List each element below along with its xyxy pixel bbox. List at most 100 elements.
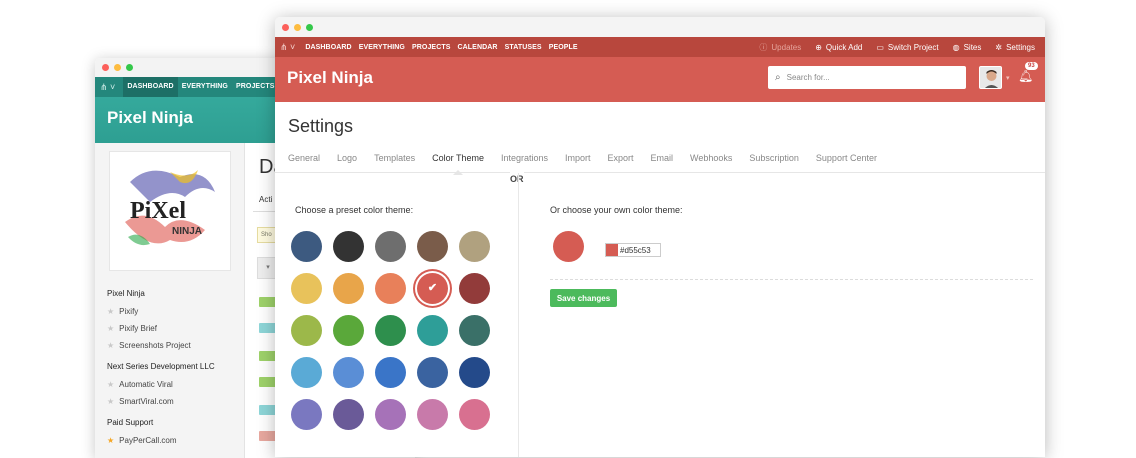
updates-label: Updates: [771, 42, 802, 52]
settings-app-window: ⋔ ˅ DASHBOARD EVERYTHING PROJECTS CALEND…: [275, 17, 1045, 457]
tab-subscription[interactable]: Subscription: [749, 153, 799, 174]
user-avatar-image: [980, 67, 1001, 88]
color-swatch[interactable]: [333, 399, 364, 430]
color-swatch[interactable]: [291, 357, 322, 388]
color-swatch[interactable]: [459, 231, 490, 262]
color-swatch[interactable]: [333, 315, 364, 346]
custom-color-preview[interactable]: [553, 231, 584, 262]
settings-tabs: General Logo Templates Color Theme Integrati…: [288, 153, 894, 175]
color-swatch[interactable]: [333, 357, 364, 388]
avatar[interactable]: [979, 66, 1002, 89]
star-icon[interactable]: ★: [107, 380, 114, 389]
color-swatch[interactable]: [333, 231, 364, 262]
back-nav-dashboard[interactable]: DASHBOARD: [123, 77, 178, 97]
chevron-down-icon[interactable]: ▾: [1006, 74, 1010, 82]
project-item[interactable]: ★ Pixify: [107, 307, 215, 316]
maximize-window-button[interactable]: [126, 64, 133, 71]
page-title: Settings: [288, 116, 354, 136]
app-menu-icon[interactable]: ⋔ ˅: [100, 82, 115, 93]
project-item[interactable]: ★ PayPerCall.com: [107, 436, 215, 445]
color-swatch[interactable]: [459, 399, 490, 430]
color-swatch[interactable]: [459, 315, 490, 346]
search-input[interactable]: [786, 73, 947, 82]
tab-templates[interactable]: Templates: [374, 153, 415, 174]
back-tab-activity[interactable]: Acti: [259, 195, 272, 204]
minimize-window-button[interactable]: [294, 23, 301, 31]
project-item[interactable]: ★ SmartViral.com: [107, 397, 215, 406]
tab-webhooks[interactable]: Webhooks: [690, 153, 732, 174]
search-icon: ⌕: [775, 72, 781, 83]
tab-export[interactable]: Export: [608, 153, 634, 174]
brand-title[interactable]: Pixel Ninja: [287, 68, 373, 88]
sites-label: Sites: [963, 42, 982, 52]
checkmark-icon: ✔: [427, 282, 438, 294]
color-swatch[interactable]: [459, 273, 490, 304]
logo-subtext: NINJA: [172, 226, 202, 237]
divider: [550, 279, 1033, 280]
project-group-title[interactable]: Next Series Development LLC: [107, 362, 215, 371]
star-icon[interactable]: ★: [107, 324, 114, 333]
close-window-button[interactable]: [282, 23, 289, 31]
nav-statuses[interactable]: STATUSES: [505, 44, 542, 51]
switch-project-link[interactable]: ▭ Switch Project: [876, 43, 938, 52]
color-swatch[interactable]: [291, 315, 322, 346]
color-swatch[interactable]: [291, 273, 322, 304]
color-swatch[interactable]: [375, 315, 406, 346]
updates-link[interactable]: ⓘ Updates: [759, 42, 801, 53]
color-swatch[interactable]: [375, 399, 406, 430]
brand-header: Pixel Ninja ⌕ ▾ 🔔︎ 93: [275, 57, 1045, 102]
color-swatch[interactable]: [459, 357, 490, 388]
color-swatch[interactable]: [417, 315, 448, 346]
sites-link[interactable]: ◍ Sites: [953, 43, 982, 52]
bell-icon[interactable]: 🔔︎: [1018, 69, 1033, 83]
tab-email[interactable]: Email: [651, 153, 674, 174]
project-group-title[interactable]: Pixel Ninja: [107, 289, 215, 298]
project-group-title[interactable]: Paid Support: [107, 418, 215, 427]
color-swatch[interactable]: [417, 231, 448, 262]
project-item-label: SmartViral.com: [119, 397, 174, 406]
color-swatch[interactable]: [375, 357, 406, 388]
app-menu-icon[interactable]: ⋔ ˅: [280, 42, 295, 53]
color-swatch[interactable]: [333, 273, 364, 304]
close-window-button[interactable]: [102, 64, 109, 71]
minimize-window-button[interactable]: [114, 64, 121, 71]
project-item[interactable]: ★ Screenshots Project: [107, 341, 215, 350]
nav-calendar[interactable]: CALENDAR: [458, 44, 498, 51]
nav-everything[interactable]: EVERYTHING: [359, 44, 405, 51]
maximize-window-button[interactable]: [306, 23, 313, 31]
star-icon[interactable]: ★: [107, 341, 114, 350]
tab-import[interactable]: Import: [565, 153, 591, 174]
nav-people[interactable]: PEOPLE: [549, 44, 578, 51]
save-changes-button[interactable]: Save changes: [550, 289, 617, 307]
quick-add-link[interactable]: ⊕ Quick Add: [815, 43, 862, 52]
star-icon[interactable]: ★: [107, 307, 114, 316]
star-icon[interactable]: ★: [107, 397, 114, 406]
nav-projects[interactable]: PROJECTS: [412, 44, 451, 51]
color-swatch[interactable]: [291, 231, 322, 262]
back-sidebar: PiXel NINJA Pixel Ninja ★ Pixify ★ Pixify …: [95, 143, 245, 458]
notification-badge: 93: [1025, 62, 1038, 70]
settings-link[interactable]: ✲ Settings: [995, 43, 1035, 52]
hex-color-value[interactable]: #d55c53: [620, 246, 651, 255]
tab-support-center[interactable]: Support Center: [816, 153, 877, 174]
color-swatch[interactable]: [417, 357, 448, 388]
color-picker-swatch[interactable]: [606, 244, 618, 256]
hex-color-field[interactable]: #d55c53: [605, 243, 661, 257]
color-swatch[interactable]: [375, 231, 406, 262]
project-item[interactable]: ★ Pixify Brief: [107, 324, 215, 333]
back-nav-projects[interactable]: PROJECTS: [232, 77, 279, 97]
tab-general[interactable]: General: [288, 153, 320, 174]
star-icon[interactable]: ★: [107, 436, 114, 445]
tab-logo[interactable]: Logo: [337, 153, 357, 174]
color-swatch[interactable]: [375, 273, 406, 304]
plus-circle-icon: ⊕: [815, 42, 822, 52]
project-item[interactable]: ★ Automatic Viral: [107, 380, 215, 389]
color-swatch-selected[interactable]: ✔: [417, 273, 448, 304]
tab-color-theme[interactable]: Color Theme: [432, 153, 484, 175]
switch-icon: ▭: [876, 42, 884, 52]
color-swatch[interactable]: [417, 399, 448, 430]
color-swatch[interactable]: [291, 399, 322, 430]
back-nav-everything[interactable]: EVERYTHING: [178, 77, 232, 97]
nav-dashboard[interactable]: DASHBOARD: [305, 44, 351, 51]
tab-integrations[interactable]: Integrations: [501, 153, 548, 174]
